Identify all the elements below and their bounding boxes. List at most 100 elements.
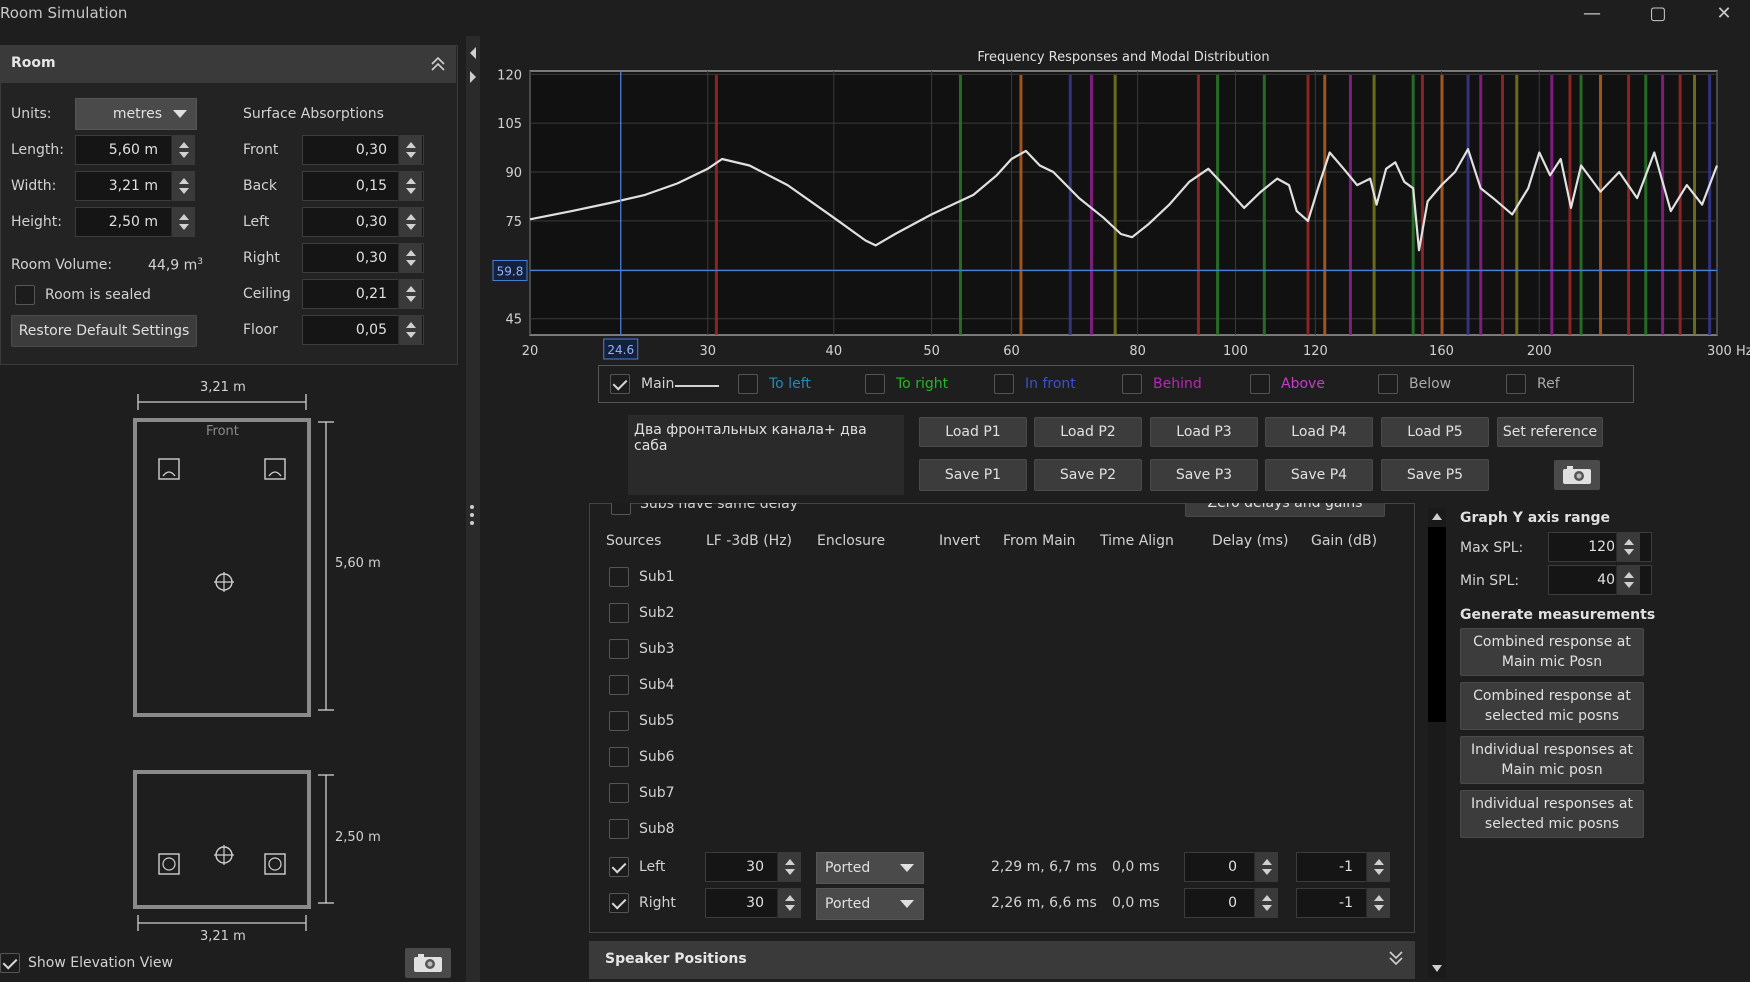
units-label: Units: <box>11 106 52 122</box>
absorption-floor-spin-arrows[interactable] <box>398 315 422 345</box>
absorption-floor-label: Floor <box>243 322 278 338</box>
x-tick-label: 20 <box>522 344 539 359</box>
close-icon: ✕ <box>1716 3 1732 24</box>
save-preset-2-button[interactable]: Save P2 <box>1034 459 1142 491</box>
absorption-back-spin-arrows[interactable] <box>398 171 422 201</box>
source-right-gain-spin-arrows[interactable] <box>1366 888 1390 918</box>
expand-down-icon[interactable] <box>1388 950 1404 966</box>
legend-behind-checkbox[interactable] <box>1122 374 1142 394</box>
source-sub7-label: Sub7 <box>639 785 675 801</box>
source-sub8-checkbox[interactable] <box>609 819 629 839</box>
scroll-down-icon[interactable] <box>1430 962 1444 974</box>
frequency-response-chart[interactable]: Frequency Responses and Modal Distributi… <box>490 45 1750 365</box>
room-volume-label: Room Volume: <box>11 257 113 273</box>
units-dropdown[interactable]: metres <box>75 98 197 130</box>
source-right-lf-spin-arrows[interactable] <box>777 888 801 918</box>
min-spl-spin-arrows[interactable] <box>1616 565 1640 595</box>
source-left-lf-spin-arrows[interactable] <box>777 852 801 882</box>
load-preset-4-button[interactable]: Load P4 <box>1265 417 1373 447</box>
set-reference-button[interactable]: Set reference <box>1497 417 1603 447</box>
load-preset-2-button[interactable]: Load P2 <box>1034 417 1142 447</box>
sources-header-4: From Main <box>1003 533 1076 549</box>
absorption-ceiling-spin-arrows[interactable] <box>398 279 422 309</box>
subs-same-delay-label: Subs have same delay <box>640 503 799 512</box>
source-sub1-checkbox[interactable] <box>609 567 629 587</box>
room-panel-header[interactable] <box>0 45 456 83</box>
camera-icon <box>1563 466 1591 484</box>
subs-same-delay-checkbox[interactable] <box>611 503 631 515</box>
legend-main-checkbox[interactable] <box>610 374 630 394</box>
legend-below-checkbox[interactable] <box>1378 374 1398 394</box>
absorption-right-spin-arrows[interactable] <box>398 243 422 273</box>
source-right-enclosure-dropdown[interactable]: Ported <box>816 888 924 920</box>
absorption-front-spin-arrows[interactable] <box>398 135 422 165</box>
width-spin-arrows[interactable] <box>171 171 195 201</box>
legend-ref-checkbox[interactable] <box>1506 374 1526 394</box>
max-spl-spin-arrows[interactable] <box>1616 532 1640 562</box>
generate-measurement-4-line1: Individual responses at <box>1470 796 1634 812</box>
source-sub6-label: Sub6 <box>639 749 675 765</box>
sources-partial-top: Subs have same delay Zero delays and gai… <box>589 503 1415 517</box>
source-left-enclosure-dropdown[interactable]: Ported <box>816 852 924 884</box>
close-button[interactable]: ✕ <box>1694 0 1750 27</box>
plan-width-label: 3,21 m <box>200 380 246 395</box>
splitter-grip-icon[interactable] <box>468 503 476 527</box>
elev-speaker-right-icon[interactable] <box>264 853 286 875</box>
spin-arrows-icon <box>785 859 795 875</box>
save-preset-1-button[interactable]: Save P1 <box>919 459 1027 491</box>
zero-delays-button[interactable]: Zero delays and gains <box>1185 503 1385 517</box>
source-sub7-checkbox[interactable] <box>609 783 629 803</box>
legend-to-right-checkbox[interactable] <box>865 374 885 394</box>
restore-default-button[interactable]: Restore Default Settings <box>11 315 197 347</box>
scrollbar-thumb[interactable] <box>1428 527 1446 722</box>
speaker-right-icon[interactable] <box>264 458 286 480</box>
x-tick-label: 300 Hz <box>1707 344 1750 359</box>
legend-above-label: Above <box>1281 376 1325 392</box>
generate-measurement-4-button[interactable]: Individual responses at selected mic posn… <box>1460 790 1644 838</box>
minimize-button[interactable]: — <box>1562 0 1622 27</box>
save-preset-5-button[interactable]: Save P5 <box>1381 459 1489 491</box>
load-preset-1-button[interactable]: Load P1 <box>919 417 1027 447</box>
source-left-delay-spin-arrows[interactable] <box>1254 852 1278 882</box>
collapse-up-icon[interactable] <box>430 55 446 71</box>
source-right-checkbox[interactable] <box>609 893 629 913</box>
source-sub5-checkbox[interactable] <box>609 711 629 731</box>
source-sub6-checkbox[interactable] <box>609 747 629 767</box>
show-elevation-checkbox[interactable] <box>0 953 20 973</box>
spin-arrows-icon <box>1262 895 1272 911</box>
save-preset-3-button[interactable]: Save P3 <box>1150 459 1258 491</box>
generate-measurement-2-button[interactable]: Combined response at selected mic posns <box>1460 682 1644 730</box>
camera-button-right[interactable] <box>1554 460 1600 490</box>
source-right-delay-spin-arrows[interactable] <box>1254 888 1278 918</box>
elev-microphone-icon[interactable] <box>212 843 236 867</box>
chevron-down-icon <box>173 110 187 118</box>
legend-in-front-checkbox[interactable] <box>994 374 1014 394</box>
scroll-up-icon[interactable] <box>1430 510 1444 522</box>
source-sub4-checkbox[interactable] <box>609 675 629 695</box>
load-preset-5-button[interactable]: Load P5 <box>1381 417 1489 447</box>
absorption-left-spin-arrows[interactable] <box>398 207 422 237</box>
source-left-gain-spin-arrows[interactable] <box>1366 852 1390 882</box>
spin-arrows-icon <box>406 250 416 266</box>
source-left-checkbox[interactable] <box>609 857 629 877</box>
source-sub2-checkbox[interactable] <box>609 603 629 623</box>
generate-measurement-3-button[interactable]: Individual responses at Main mic posn <box>1460 736 1644 784</box>
length-spin-arrows[interactable] <box>171 135 195 165</box>
height-spin-arrows[interactable] <box>171 207 195 237</box>
legend-above-checkbox[interactable] <box>1250 374 1270 394</box>
microphone-position-icon[interactable] <box>212 570 236 594</box>
generate-measurement-1-button[interactable]: Combined response at Main mic Posn <box>1460 628 1644 676</box>
splitter-arrows-icon[interactable] <box>467 45 479 85</box>
source-sub3-checkbox[interactable] <box>609 639 629 659</box>
source-left-enclosure-value: Ported <box>825 860 871 876</box>
maximize-button[interactable]: ▢ <box>1628 0 1688 27</box>
speaker-left-icon[interactable] <box>158 458 180 480</box>
save-preset-4-button[interactable]: Save P4 <box>1265 459 1373 491</box>
room-sealed-checkbox[interactable] <box>15 285 35 305</box>
camera-button-left[interactable] <box>405 948 451 978</box>
sources-header-7: Gain (dB) <box>1311 533 1378 549</box>
absorption-right-value: 0,30 <box>355 250 387 266</box>
elev-speaker-left-icon[interactable] <box>158 853 180 875</box>
legend-to-left-checkbox[interactable] <box>738 374 758 394</box>
load-preset-3-button[interactable]: Load P3 <box>1150 417 1258 447</box>
